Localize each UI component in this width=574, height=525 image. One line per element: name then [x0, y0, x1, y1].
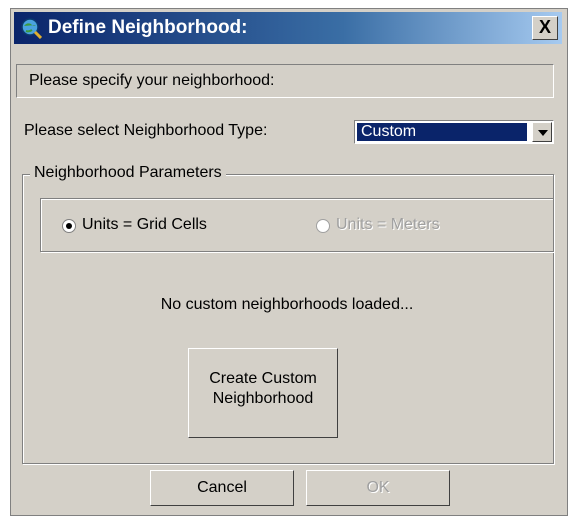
units-grid-cells-radio[interactable]	[62, 219, 76, 233]
cancel-button[interactable]: Cancel	[150, 470, 294, 506]
neighborhood-type-label: Please select Neighborhood Type:	[24, 122, 268, 139]
instruction-text: Please specify your neighborhood:	[16, 64, 554, 98]
ok-button[interactable]: OK	[306, 470, 450, 506]
create-custom-neighborhood-button[interactable]: Create Custom Neighborhood	[188, 348, 338, 438]
create-button-label-line2: Neighborhood	[212, 390, 314, 407]
neighborhood-type-select[interactable]: Custom	[354, 120, 554, 144]
globe-magnifier-icon	[21, 18, 42, 39]
create-button-label-line1: Create Custom	[209, 370, 317, 387]
neighborhood-parameters-label: Neighborhood Parameters	[30, 164, 226, 182]
neighborhood-type-value: Custom	[357, 123, 527, 141]
units-meters-label[interactable]: Units = Meters	[336, 216, 440, 234]
window-title: Define Neighborhood:	[48, 17, 248, 38]
close-button[interactable]: X	[532, 16, 558, 40]
chevron-down-icon[interactable]	[532, 122, 552, 142]
units-grid-cells-label[interactable]: Units = Grid Cells	[82, 216, 207, 234]
status-message: No custom neighborhoods loaded...	[160, 296, 414, 313]
title-bar[interactable]: Define Neighborhood: X	[14, 12, 562, 44]
units-meters-radio[interactable]	[316, 219, 330, 233]
